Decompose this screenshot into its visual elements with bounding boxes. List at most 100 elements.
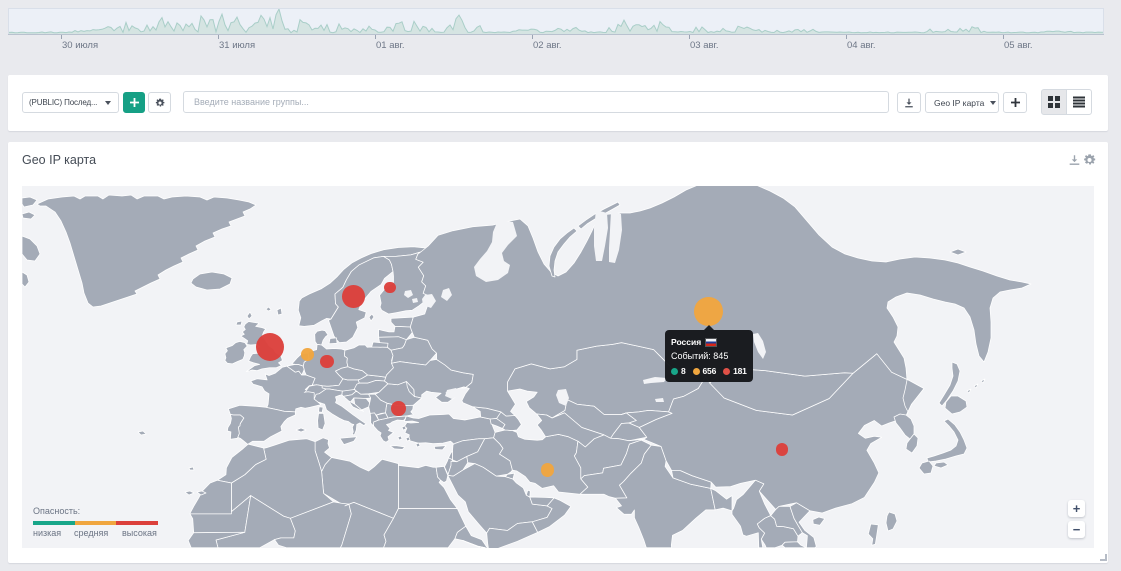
tooltip-events: Событий: 845 xyxy=(671,351,747,361)
geo-ip-map-card: Geo IP карта xyxy=(8,142,1108,563)
country-corsica[interactable] xyxy=(319,407,324,413)
timeline-tick-label: 31 июля xyxy=(219,40,255,51)
country-aegean3[interactable] xyxy=(406,437,410,441)
country-kuril2[interactable] xyxy=(974,384,978,388)
tooltip-count-dot xyxy=(723,368,730,375)
country-balearics[interactable] xyxy=(296,428,306,432)
country-luzon[interactable] xyxy=(868,524,878,545)
timeline-area-chart xyxy=(9,9,1103,34)
country-zealand[interactable] xyxy=(329,338,337,344)
country-aegean2[interactable] xyxy=(398,436,402,440)
timeline-tick-label: 02 авг. xyxy=(533,40,561,51)
download-icon xyxy=(904,98,914,108)
chevron-down-icon xyxy=(990,101,996,105)
country-wsahara[interactable] xyxy=(190,480,231,514)
group-select-label: (PUBLIC) Послед... xyxy=(29,98,97,107)
grid-icon xyxy=(1048,96,1060,108)
add-widget-button[interactable] xyxy=(1003,92,1027,113)
map-bubble-iran[interactable] xyxy=(541,463,554,476)
country-canada3[interactable] xyxy=(22,236,40,261)
country-ireland[interactable] xyxy=(225,341,247,364)
timeline-tick-label: 30 июля xyxy=(62,40,98,51)
toolbar: (PUBLIC) Послед... Geo IP карта xyxy=(8,75,1108,131)
map-bubble-germany[interactable] xyxy=(320,355,334,369)
timeline-tick xyxy=(61,35,62,39)
timeline-tick xyxy=(218,35,219,39)
country-greenland[interactable] xyxy=(37,195,256,307)
country-rhodes[interactable] xyxy=(416,443,420,447)
timeline[interactable]: 30 июля 31 июля 01 авг. 02 авг. 03 авг. 04 ав… xyxy=(8,8,1104,50)
country-canada2[interactable] xyxy=(22,212,35,219)
country-madeira[interactable] xyxy=(189,467,194,470)
map-bubble-finland[interactable] xyxy=(384,282,395,293)
country-wrangel[interactable] xyxy=(950,249,966,255)
timeline-axis xyxy=(8,34,1104,35)
country-kyushu[interactable] xyxy=(919,461,933,474)
list-view-button[interactable] xyxy=(1066,89,1092,115)
world-map[interactable]: Россия Событий: 845 8656181 Опасность: н… xyxy=(22,186,1094,548)
country-iceland[interactable] xyxy=(191,272,232,290)
group-select-dropdown[interactable]: (PUBLIC) Послед... xyxy=(22,92,119,113)
country-kuril1[interactable] xyxy=(967,389,971,393)
world-map-svg xyxy=(22,186,1094,548)
country-kuril3[interactable] xyxy=(981,379,985,383)
timeline-tick xyxy=(1003,35,1004,39)
gear-icon xyxy=(155,98,165,108)
country-canada1[interactable] xyxy=(22,197,37,207)
timeline-tick-label: 03 авг. xyxy=(690,40,718,51)
country-azores[interactable] xyxy=(138,431,146,435)
widget-select-dropdown[interactable]: Geo IP карта xyxy=(925,92,999,113)
legend-label: низкая xyxy=(33,528,61,538)
country-aegean1[interactable] xyxy=(402,426,406,430)
country-nkorea[interactable] xyxy=(894,414,914,439)
tooltip-count-value: 8 xyxy=(681,366,686,376)
country-cyprus[interactable] xyxy=(434,446,446,450)
map-download-icon[interactable] xyxy=(1069,154,1080,166)
country-sudan[interactable] xyxy=(384,509,466,548)
map-bubble-sweden[interactable] xyxy=(342,285,365,308)
country-hainan[interactable] xyxy=(813,517,825,525)
map-bubble-netherlands[interactable] xyxy=(301,348,314,361)
tooltip-count-value: 656 xyxy=(703,366,717,376)
tooltip-country: Россия xyxy=(671,337,701,347)
map-bubble-bulgaria[interactable] xyxy=(391,401,406,416)
country-canary1[interactable] xyxy=(185,491,194,495)
grid-view-button[interactable] xyxy=(1041,89,1067,115)
timeline-tick-label: 01 авг. xyxy=(376,40,404,51)
group-settings-button[interactable] xyxy=(148,92,171,113)
country-denmark[interactable] xyxy=(315,330,328,345)
country-kaliningrad[interactable] xyxy=(372,342,388,347)
add-group-button[interactable] xyxy=(123,92,145,113)
country-crete[interactable] xyxy=(390,446,405,450)
country-gotland[interactable] xyxy=(369,314,374,321)
country-sicily[interactable] xyxy=(340,437,357,445)
country-orkney[interactable] xyxy=(266,307,271,311)
russia-flag-icon xyxy=(706,339,716,346)
map-bubble-russia[interactable] xyxy=(694,297,723,326)
widget-select-label: Geo IP карта xyxy=(934,98,984,108)
legend-labels: низкаясредняявысокая xyxy=(33,528,173,540)
resize-handle-icon[interactable] xyxy=(1100,554,1107,561)
group-name-input[interactable] xyxy=(183,91,889,113)
country-sardinia[interactable] xyxy=(318,413,326,430)
country-cambodia[interactable] xyxy=(782,542,806,548)
timeline-tick-label: 05 авг. xyxy=(1004,40,1032,51)
map-bubble-china[interactable] xyxy=(776,443,789,456)
country-canada4[interactable] xyxy=(22,272,29,287)
country-shetland[interactable] xyxy=(277,308,282,315)
country-faroe[interactable] xyxy=(236,321,242,325)
country-hebrides[interactable] xyxy=(247,312,252,319)
zoom-out-button[interactable]: − xyxy=(1068,521,1085,538)
map-settings-icon[interactable] xyxy=(1083,153,1096,167)
country-honshu[interactable] xyxy=(927,419,967,462)
zoom-in-button[interactable]: + xyxy=(1068,500,1085,517)
download-button[interactable] xyxy=(897,92,921,113)
timeline-plot[interactable] xyxy=(8,8,1104,35)
country-estonia[interactable] xyxy=(391,317,413,327)
list-icon xyxy=(1073,96,1085,108)
timeline-tick-label: 04 авг. xyxy=(847,40,875,51)
legend-label: высокая xyxy=(122,528,157,538)
legend-segment-высокая xyxy=(116,521,158,525)
country-shikoku[interactable] xyxy=(934,462,948,468)
country-taiwan[interactable] xyxy=(886,512,897,531)
